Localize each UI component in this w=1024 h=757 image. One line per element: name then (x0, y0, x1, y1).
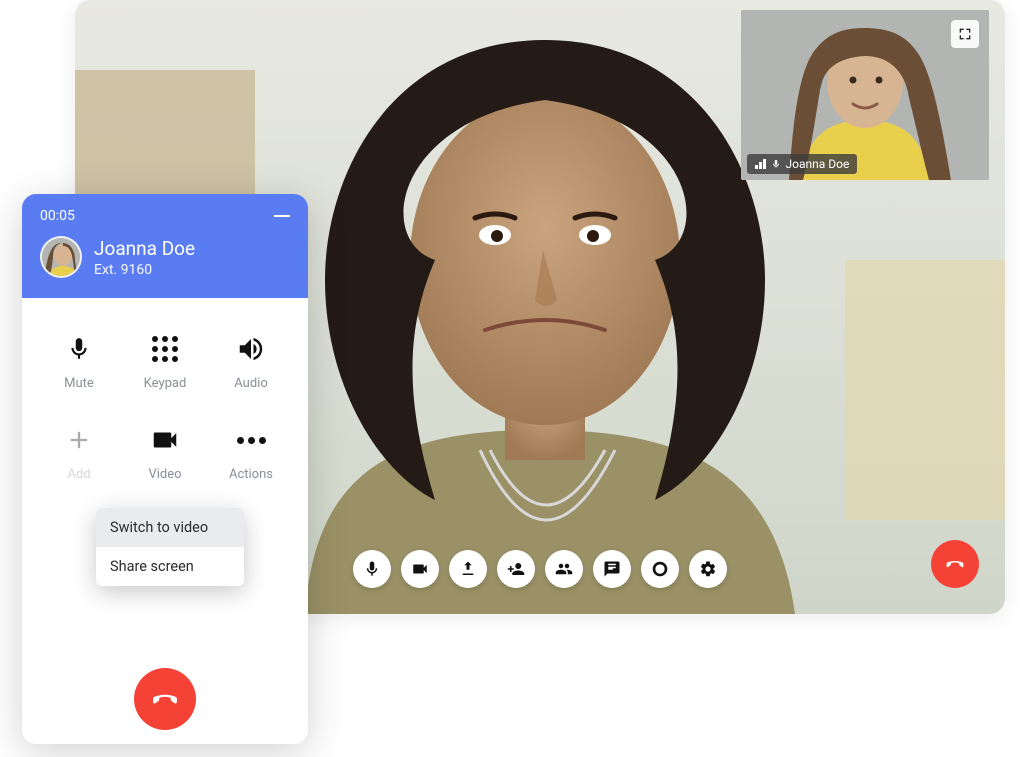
actions-label: Actions (229, 467, 273, 482)
toolbar-share-button[interactable] (449, 550, 487, 588)
keypad-label: Keypad (144, 376, 187, 391)
actions-button[interactable]: Actions (208, 425, 294, 482)
share-icon (459, 560, 477, 578)
mute-button[interactable]: Mute (36, 334, 122, 391)
video-icon (411, 560, 429, 578)
more-icon (237, 437, 266, 444)
popover-switch-to-video[interactable]: Switch to video (96, 508, 244, 547)
chat-icon (603, 560, 621, 578)
audio-button[interactable]: Audio (208, 334, 294, 391)
signal-bars-icon (755, 159, 766, 169)
expand-icon (957, 26, 973, 42)
microphone-icon (66, 334, 92, 364)
main-hangup-button[interactable] (931, 540, 979, 588)
participants-icon (555, 560, 573, 578)
toolbar-chat-button[interactable] (593, 550, 631, 588)
plus-icon (65, 426, 93, 454)
video-label: Video (148, 467, 181, 482)
call-timer: 00:05 (40, 208, 75, 224)
pip-participant-name: Joanna Doe (786, 157, 850, 171)
toolbar-settings-button[interactable] (689, 550, 727, 588)
caller-avatar (40, 236, 82, 278)
call-panel: 00:05 Joanna Doe Ext. 9160 Mute Keypad A… (22, 194, 308, 744)
pip-self-video: Joanna Doe (741, 10, 989, 180)
caller-info: Joanna Doe Ext. 9160 (40, 236, 290, 278)
keypad-button[interactable]: Keypad (122, 334, 208, 391)
hangup-icon (943, 552, 967, 576)
add-button: Add (36, 425, 122, 482)
pip-name-badge: Joanna Doe (747, 154, 857, 174)
caller-extension: Ext. 9160 (94, 262, 195, 278)
microphone-icon (771, 159, 781, 169)
toolbar-mic-button[interactable] (353, 550, 391, 588)
toolbar-video-button[interactable] (401, 550, 439, 588)
actions-popover: Switch to video Share screen (96, 508, 244, 586)
panel-hangup-button[interactable] (134, 668, 196, 730)
panel-header: 00:05 Joanna Doe Ext. 9160 (22, 194, 308, 298)
audio-label: Audio (234, 376, 267, 391)
caller-name: Joanna Doe (94, 237, 195, 260)
microphone-icon (363, 560, 381, 578)
mute-label: Mute (64, 376, 94, 391)
toolbar-add-participant-button[interactable] (497, 550, 535, 588)
toolbar-participants-button[interactable] (545, 550, 583, 588)
keypad-icon (152, 336, 178, 362)
add-label: Add (67, 467, 90, 482)
pip-expand-button[interactable] (951, 20, 979, 48)
add-participant-icon (507, 560, 525, 578)
call-controls-grid: Mute Keypad Audio Add Video Actions (22, 298, 308, 492)
minimize-button[interactable] (274, 215, 290, 218)
gear-icon (699, 560, 717, 578)
video-button[interactable]: Video (122, 425, 208, 482)
record-icon (651, 560, 669, 578)
popover-share-screen[interactable]: Share screen (96, 547, 244, 586)
hangup-icon (148, 682, 182, 716)
toolbar-record-button[interactable] (641, 550, 679, 588)
video-icon (150, 425, 180, 455)
speaker-icon (236, 334, 266, 364)
